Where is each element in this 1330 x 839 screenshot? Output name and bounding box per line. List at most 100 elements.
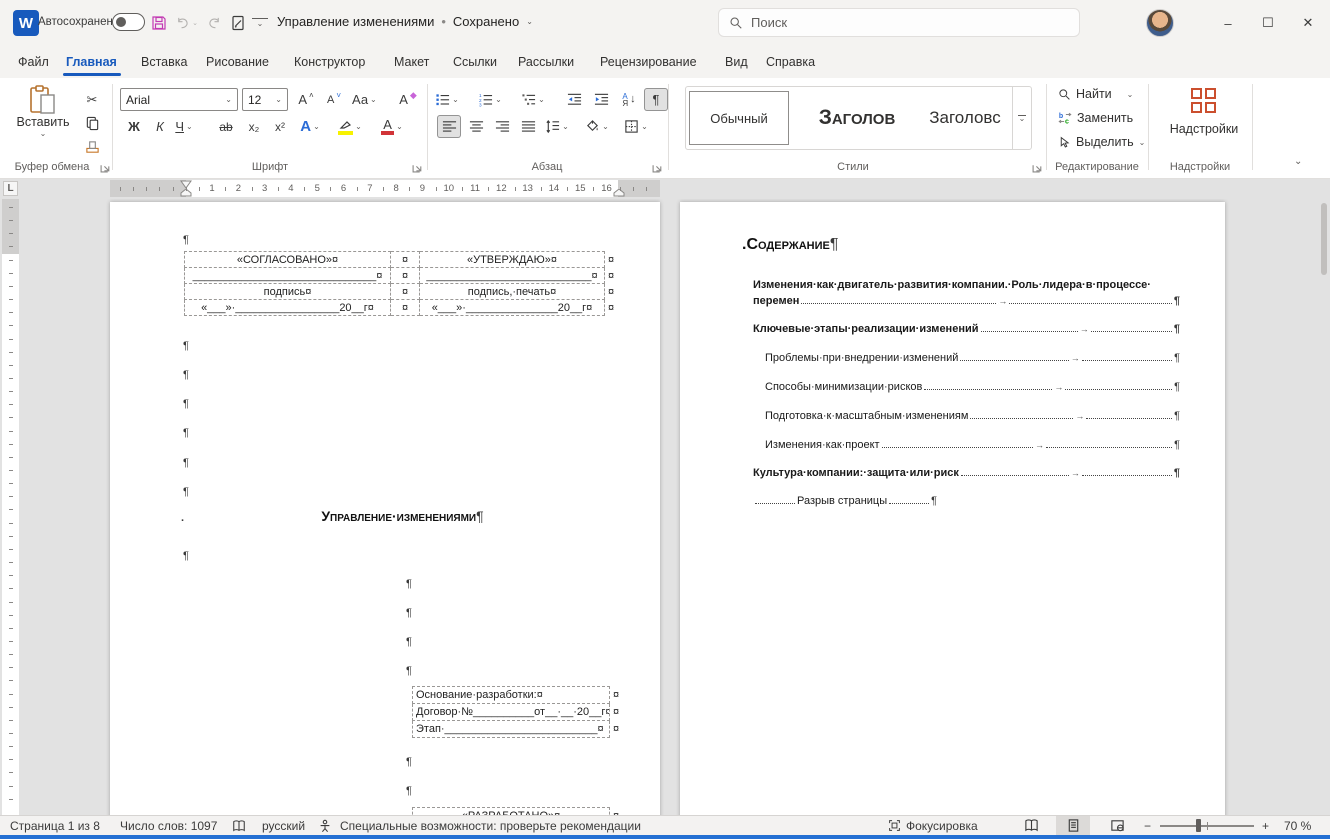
bullet-list-button[interactable]: ⌄ [435,88,459,111]
font-family-select[interactable]: Arial⌄ [120,88,238,111]
select-button[interactable]: Выделить ⌄ [1058,135,1145,149]
word-count[interactable]: Число слов: 1097 [120,816,217,835]
document-main-title[interactable]: Управление·изменениями¶ [185,508,620,524]
decrease-indent-button[interactable] [562,88,586,111]
approval-table[interactable]: «СОГЛАСОВАНО»¤ ¤ «УТВЕРЖДАЮ»¤ ¤ ________… [184,251,623,316]
addins-button[interactable]: Надстройки [1164,88,1244,136]
clipboard-dialog-launcher-icon[interactable] [100,162,111,173]
toc-entry[interactable]: Ключевые·этапы·реализации·изменений →¶ [753,323,1180,335]
change-case-button[interactable]: Аа⌄ [352,88,377,111]
web-layout-button[interactable] [1100,816,1134,835]
font-size-select[interactable]: 12⌄ [242,88,288,111]
toc-entry[interactable]: Изменения·как·проект →¶ [765,439,1180,451]
format-painter-button[interactable] [80,136,104,159]
justify-button[interactable] [516,115,540,138]
save-icon[interactable] [148,12,170,34]
align-center-button[interactable] [464,115,488,138]
close-button[interactable]: ✕ [1288,0,1328,46]
document-title-group[interactable]: Управление изменениями • Сохранено ⌄ [277,14,533,29]
tab-help[interactable]: Справка [763,46,818,78]
page-indicator[interactable]: Страница 1 из 8 [10,816,100,835]
print-layout-button[interactable] [1056,816,1090,835]
toc-entry[interactable]: Изменения·как·двигатель·развития·компани… [753,279,1180,291]
tab-view[interactable]: Вид [722,46,751,78]
language-indicator[interactable]: русский [262,816,305,835]
toc-heading[interactable]: .Содержание¶ [742,236,838,254]
align-left-button[interactable] [437,115,461,138]
zoom-level[interactable]: 70 % [1284,816,1311,835]
document-page-2[interactable]: .Содержание¶ Изменения·как·двигатель·раз… [680,202,1225,815]
grow-font-button[interactable]: А˄ [294,88,318,111]
shading-button[interactable]: ⌄ [585,115,609,138]
increase-indent-button[interactable] [589,88,613,111]
document-canvas[interactable]: ¶ «СОГЛАСОВАНО»¤ ¤ «УТВЕРЖДАЮ»¤ ¤ ______… [20,199,1330,815]
vertical-scrollbar[interactable] [1321,203,1327,275]
zoom-in-button[interactable]: + [1262,816,1269,835]
style-heading1[interactable]: Заголов [798,91,916,145]
maximize-button[interactable]: ☐ [1248,0,1288,46]
paragraph-dialog-launcher-icon[interactable] [652,162,663,173]
toc-entry[interactable]: перемен →¶ [753,295,1180,307]
superscript-button[interactable]: x² [268,115,292,138]
tab-stop-selector[interactable]: L [3,181,18,196]
strikethrough-button[interactable]: ab [214,115,238,138]
paste-button[interactable]: Вставить ⌄ [14,85,72,138]
line-spacing-button[interactable]: ⌄ [545,115,569,138]
search-input[interactable]: Поиск [718,8,1080,37]
styles-dialog-launcher-icon[interactable] [1032,162,1043,173]
tab-review[interactable]: Рецензирование [597,46,700,78]
clear-formatting-button[interactable]: А◆ [396,88,420,111]
zoom-slider-handle[interactable] [1196,819,1201,832]
style-heading2[interactable]: Заголовс [920,91,1010,145]
underline-button[interactable]: Ч⌄ [172,115,196,138]
borders-button[interactable]: ⌄ [624,115,648,138]
word-app-icon[interactable]: W [13,10,39,36]
developed-table[interactable]: «РАЗРАБОТАНО»¤¤ [412,807,625,815]
shrink-font-button[interactable]: А˅ [322,88,346,111]
highlight-color-button[interactable]: ⌄ [338,115,362,138]
stylus-page-icon[interactable] [228,12,248,34]
document-page-1[interactable]: ¶ «СОГЛАСОВАНО»¤ ¤ «УТВЕРЖДАЮ»¤ ¤ ______… [110,202,660,815]
read-mode-button[interactable] [1014,816,1048,835]
replace-button[interactable]: Заменить [1058,111,1133,125]
find-button[interactable]: Найти ⌄ [1058,87,1133,101]
styles-gallery-more-button[interactable]: ⌄ [1012,87,1031,149]
font-color-button[interactable]: А⌄ [380,115,404,138]
show-formatting-marks-button[interactable]: ¶ [644,88,668,111]
italic-button[interactable]: К [148,115,172,138]
collapse-ribbon-icon[interactable]: ⌄ [1294,156,1302,167]
tab-design[interactable]: Конструктор [291,46,368,78]
bold-button[interactable]: Ж [122,115,146,138]
tab-layout[interactable]: Макет [391,46,432,78]
numbered-list-button[interactable]: ⌄ [478,88,502,111]
multilevel-list-button[interactable]: ⌄ [521,88,545,111]
accessibility-icon[interactable] [318,816,332,835]
proofing-icon[interactable] [232,816,246,835]
tab-insert[interactable]: Вставка [138,46,190,78]
toc-entry[interactable]: Подготовка·к·масштабным·изменениям →¶ [765,410,1180,422]
text-effects-button[interactable]: А⌄ [298,115,322,138]
accessibility-status[interactable]: Специальные возможности: проверьте реком… [340,816,641,835]
customize-qat-icon[interactable]: ⌄ [252,18,268,28]
redo-icon[interactable] [204,12,224,34]
basis-table[interactable]: Основание·разработки:¤¤ Договор·№_______… [412,686,625,738]
toc-entry[interactable]: Культура·компании:·защита·или·риск →¶ [753,467,1180,479]
autosave-toggle[interactable] [112,13,145,31]
toc-entry[interactable]: Проблемы·при·внедрении·изменений →¶ [765,352,1180,364]
account-avatar[interactable] [1146,9,1174,37]
horizontal-ruler[interactable]: 12345678910111213141516 [110,180,660,197]
zoom-out-button[interactable]: − [1144,816,1151,835]
style-normal[interactable]: Обычный [689,91,789,145]
undo-dropdown-icon[interactable]: ⌄ [190,12,200,34]
undo-icon[interactable] [172,12,192,34]
copy-button[interactable] [80,112,104,135]
sort-button[interactable]: АЯ↓ [617,88,641,111]
subscript-button[interactable]: x₂ [242,115,266,138]
toc-entry[interactable]: Способы·минимизации·рисков →¶ [765,381,1180,393]
align-right-button[interactable] [490,115,514,138]
tab-file[interactable]: Файл [15,46,52,78]
tab-references[interactable]: Ссылки [450,46,500,78]
minimize-button[interactable]: – [1208,0,1248,46]
tab-draw[interactable]: Рисование [203,46,272,78]
cut-button[interactable]: ✂ [80,88,104,111]
